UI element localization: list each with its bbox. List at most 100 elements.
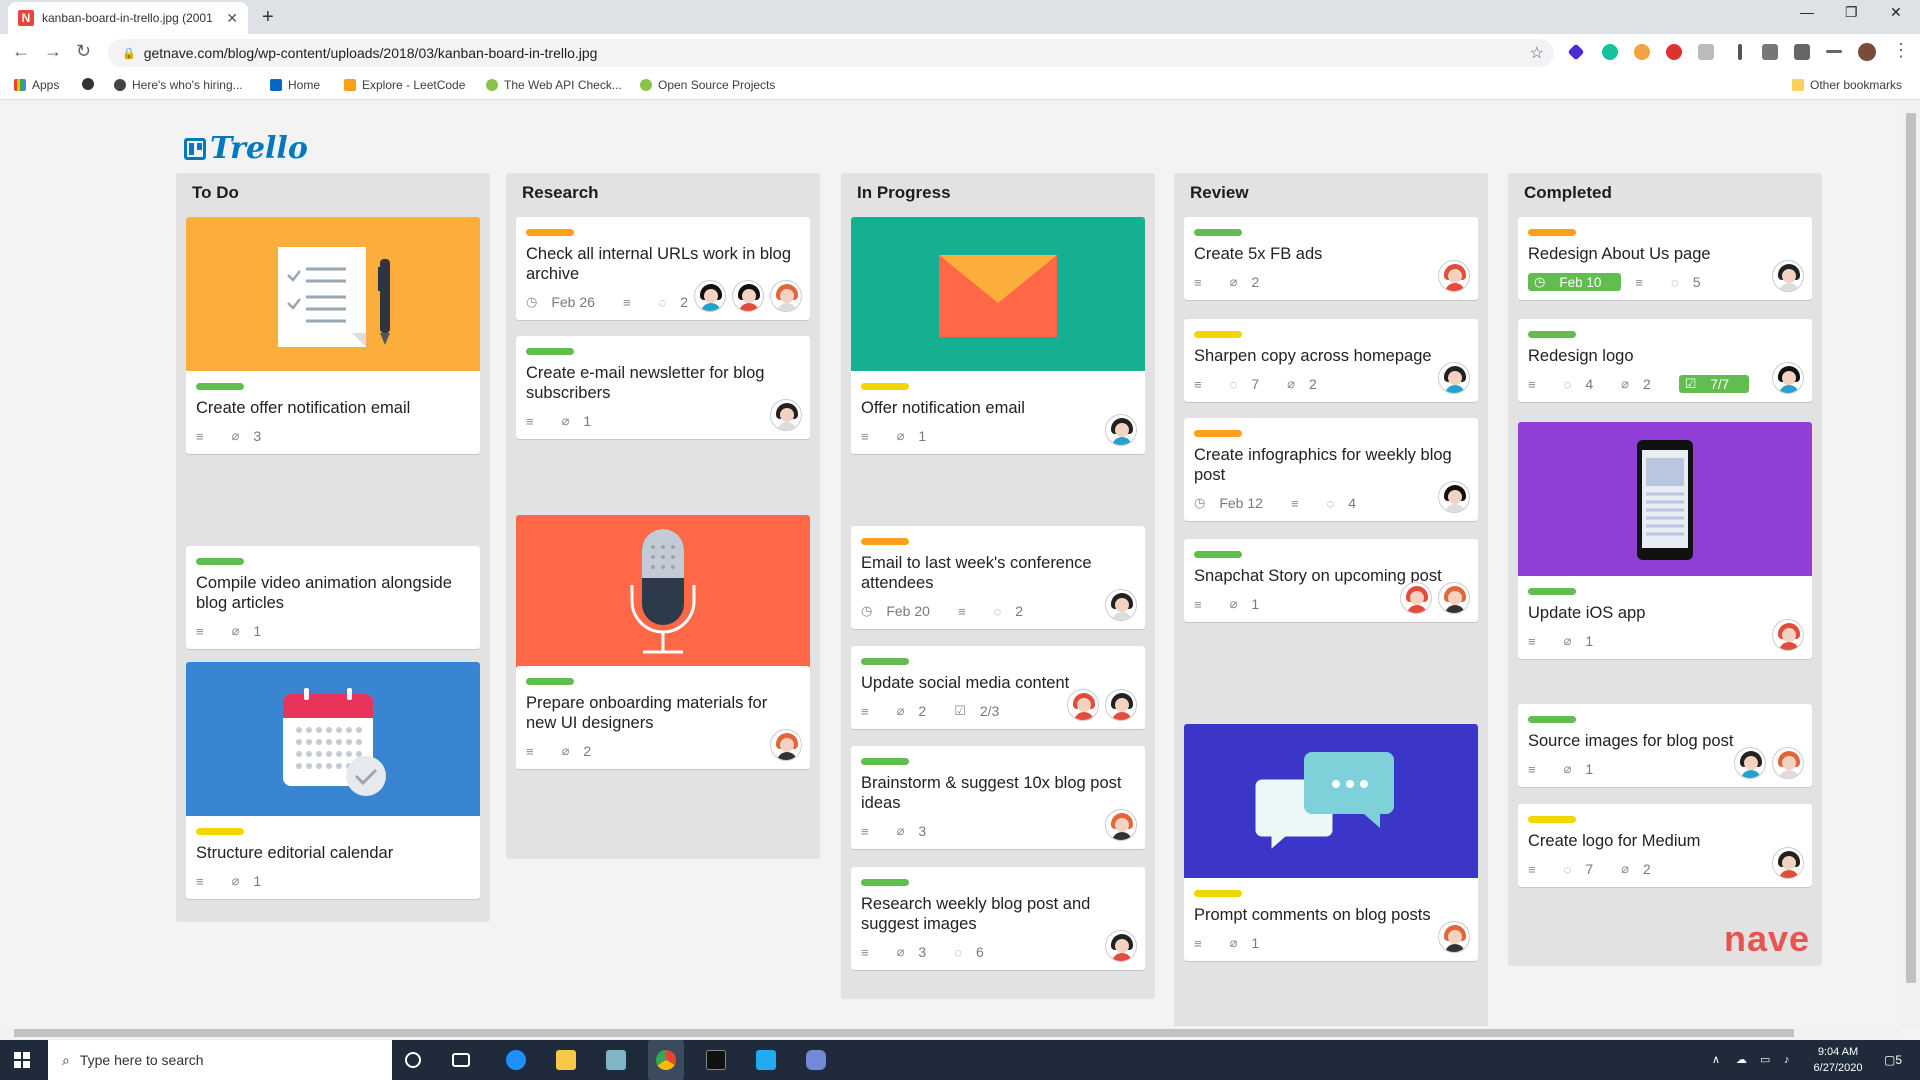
tray-chevron-icon[interactable]: ∧ [1712, 1052, 1720, 1068]
bookmark-star-icon[interactable]: ☆ [1530, 43, 1544, 63]
other-bookmarks[interactable]: Other bookmarks [1792, 78, 1902, 92]
card[interactable]: Update iOS app ≡ ⌀ 1 [1518, 422, 1812, 659]
address-bar[interactable]: 🔒 getnave.com/blog/wp-content/uploads/20… [108, 39, 1554, 67]
reading-list-icon[interactable] [1826, 50, 1842, 53]
member-avatar[interactable] [694, 280, 726, 312]
due-date-badge[interactable]: ◷ Feb 12 [1194, 495, 1277, 511]
extension-icon[interactable] [1762, 44, 1778, 60]
card-label[interactable] [526, 348, 574, 355]
windows-start-icon[interactable] [14, 1052, 30, 1068]
card-label[interactable] [196, 383, 244, 390]
member-avatar[interactable] [1400, 582, 1432, 614]
member-avatar[interactable] [1772, 747, 1804, 779]
extension-icon[interactable] [1698, 44, 1714, 60]
member-avatar[interactable] [1438, 260, 1470, 292]
card[interactable]: Redesign About Us page ◷ Feb 10 ≡ ◌ 5 [1518, 217, 1812, 300]
onedrive-icon[interactable]: ☁ [1736, 1052, 1747, 1068]
adblock-icon[interactable] [1666, 44, 1682, 60]
edge-icon[interactable] [506, 1050, 526, 1070]
terminal-icon[interactable] [706, 1050, 726, 1070]
member-avatar[interactable] [770, 280, 802, 312]
card[interactable]: Snapchat Story on upcoming post ≡ ⌀ 1 [1184, 539, 1478, 622]
card-label[interactable] [861, 658, 909, 665]
reload-icon[interactable]: ↻ [76, 41, 91, 62]
file-explorer-icon[interactable] [556, 1050, 576, 1070]
member-avatar[interactable] [1734, 747, 1766, 779]
list-title[interactable]: Research [516, 173, 810, 209]
vertical-scrollbar[interactable] [1902, 101, 1920, 1026]
card[interactable]: Source images for blog post ≡ ⌀ 1 [1518, 704, 1812, 787]
member-avatar[interactable] [770, 729, 802, 761]
network-icon[interactable]: ▭ [1760, 1052, 1770, 1068]
card[interactable]: Prepare onboarding materials for new UI … [516, 666, 810, 769]
back-icon[interactable]: ← [12, 41, 30, 62]
card-label[interactable] [861, 538, 909, 545]
card[interactable]: Create infographics for weekly blog post… [1184, 418, 1478, 521]
extension-icon[interactable] [1567, 43, 1585, 61]
card[interactable]: Sharpen copy across homepage ≡ ◌ 7 ⌀ 2 [1184, 319, 1478, 402]
card-label[interactable] [861, 758, 909, 765]
taskbar-search[interactable]: ⌕ Type here to search [48, 1040, 392, 1080]
member-avatar[interactable] [1105, 930, 1137, 962]
bookmark-home[interactable]: Home [270, 78, 320, 92]
member-avatar[interactable] [1772, 362, 1804, 394]
bookmark-leetcode[interactable]: Explore - LeetCode [344, 78, 465, 92]
due-date-badge[interactable]: ◷ Feb 26 [526, 294, 609, 310]
card-label[interactable] [526, 678, 574, 685]
bookmark-opensource[interactable]: Open Source Projects [640, 78, 775, 92]
card[interactable]: Structure editorial calendar ≡ ⌀ 1 [186, 662, 480, 899]
bookmark-hiring[interactable]: Here's who's hiring... [114, 78, 243, 92]
card[interactable]: Prompt comments on blog posts ≡ ⌀ 1 [1184, 724, 1478, 961]
card[interactable]: Create logo for Medium ≡ ◌ 7 ⌀ 2 [1518, 804, 1812, 887]
browser-tab[interactable]: N kanban-board-in-trello.jpg (2001 ✕ [8, 2, 248, 34]
card-label[interactable] [1194, 430, 1242, 437]
card[interactable]: Create offer notification email ≡ ⌀ 3 [186, 217, 480, 454]
member-avatar[interactable] [1772, 619, 1804, 651]
due-date-badge[interactable]: ◷ Feb 20 [861, 603, 944, 619]
bookmark-webapi[interactable]: The Web API Check... [486, 78, 622, 92]
extension-icon[interactable] [1634, 44, 1650, 60]
member-avatar[interactable] [732, 280, 764, 312]
card-label[interactable] [1194, 229, 1242, 236]
due-date-badge[interactable]: ◷ Feb 10 [1528, 273, 1622, 291]
volume-icon[interactable]: ♪ [1784, 1052, 1790, 1068]
member-avatar[interactable] [1105, 809, 1137, 841]
card-label[interactable] [196, 828, 244, 835]
cortana-icon[interactable] [405, 1052, 421, 1068]
notifications-icon[interactable]: ▢5 [1884, 1052, 1902, 1068]
list-title[interactable]: Review [1184, 173, 1478, 209]
card[interactable]: Redesign logo ≡ ◌ 4 ⌀ 2 ☑ 7/7 [1518, 319, 1812, 402]
vscode-icon[interactable] [756, 1050, 776, 1070]
card-label[interactable] [1528, 716, 1576, 723]
discord-icon[interactable] [806, 1050, 826, 1070]
clock[interactable]: 9:04 AM 6/27/2020 [1808, 1044, 1868, 1076]
scrollbar-thumb[interactable] [14, 1029, 1794, 1037]
member-avatar[interactable] [1105, 414, 1137, 446]
puzzle-icon[interactable] [1794, 44, 1810, 60]
card-label[interactable] [1528, 588, 1576, 595]
forward-icon[interactable]: → [44, 41, 62, 62]
app-icon[interactable] [606, 1050, 626, 1070]
card[interactable]: Compile video animation alongside blog a… [186, 546, 480, 649]
profile-avatar[interactable] [1858, 43, 1876, 61]
member-avatar[interactable] [1438, 481, 1470, 513]
card[interactable]: Update social media content ≡ ⌀ 2 ☑ 2/3 [851, 646, 1145, 729]
list-title[interactable]: To Do [186, 173, 480, 209]
maximize-icon[interactable]: ❐ [1845, 4, 1858, 21]
card-label[interactable] [1194, 890, 1242, 897]
card[interactable]: Check all internal URLs work in blog arc… [516, 217, 810, 320]
close-tab-icon[interactable]: ✕ [226, 10, 238, 27]
card-label[interactable] [196, 558, 244, 565]
member-avatar[interactable] [770, 399, 802, 431]
card-label[interactable] [861, 879, 909, 886]
card-label[interactable] [1194, 551, 1242, 558]
card-label[interactable] [1194, 331, 1242, 338]
member-avatar[interactable] [1438, 582, 1470, 614]
card[interactable]: Brainstorm & suggest 10x blog post ideas… [851, 746, 1145, 849]
member-avatar[interactable] [1772, 847, 1804, 879]
member-avatar[interactable] [1438, 921, 1470, 953]
github-icon[interactable] [82, 78, 100, 90]
bookmark-apps[interactable]: Apps [14, 78, 59, 92]
list-title[interactable]: In Progress [851, 173, 1145, 209]
member-avatar[interactable] [1067, 689, 1099, 721]
